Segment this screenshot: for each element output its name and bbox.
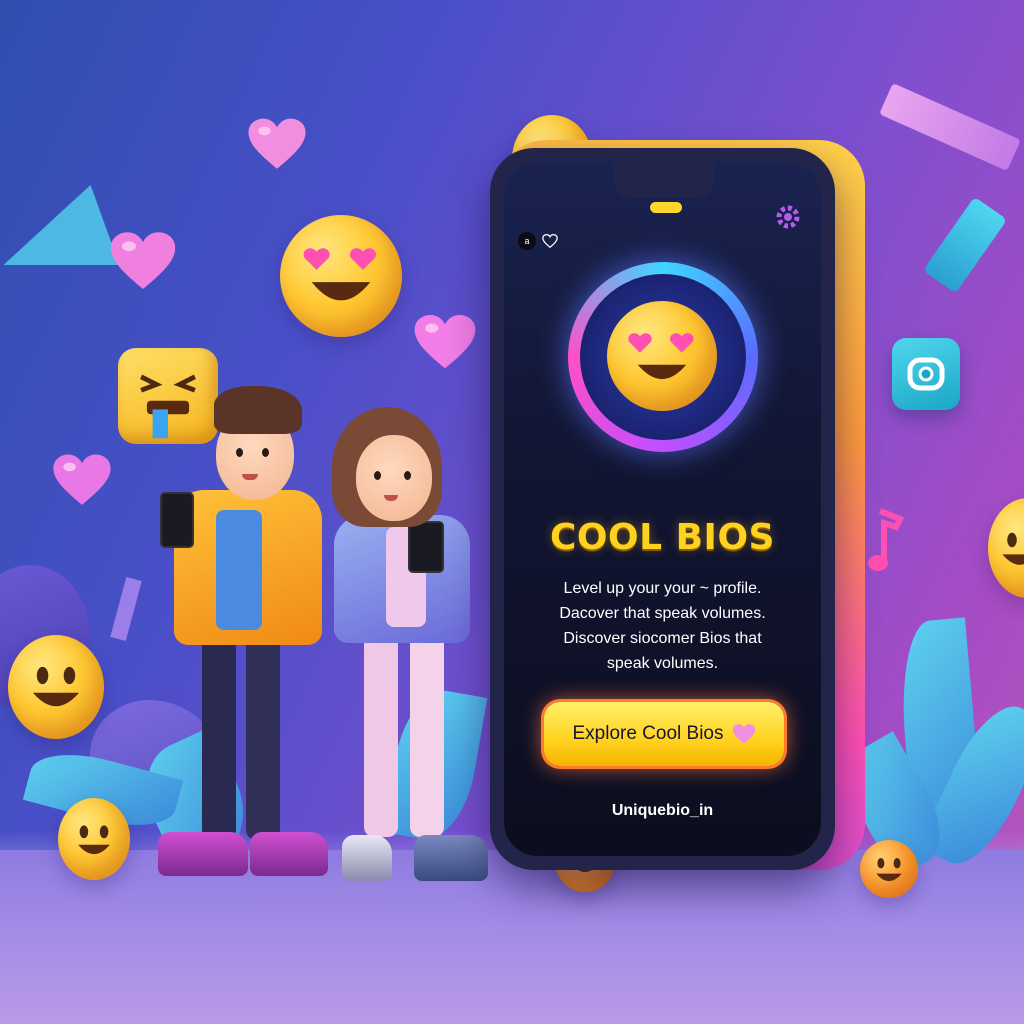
smile-emoji-bottom-right [860, 840, 918, 898]
scene: a COOL BIOS Level up your your ~ profile… [0, 0, 1024, 1024]
boy-hair [214, 386, 302, 434]
girl-eye [404, 471, 411, 480]
girl-shoe [414, 835, 488, 881]
boy-eye [236, 448, 243, 457]
purple-shard [110, 576, 142, 642]
boy-leg [202, 630, 236, 840]
heart-eyes-emoji [280, 215, 402, 337]
status-icon: a [518, 232, 536, 250]
phone-notch [614, 162, 714, 198]
heart-eyes-avatar [607, 301, 717, 411]
explore-button[interactable]: Explore Cool Bios [544, 702, 784, 766]
girl-phone [408, 521, 444, 573]
description-line: Level up your your ~ profile. [563, 580, 762, 597]
heart-icon [732, 723, 756, 745]
profile-ring-inner [580, 274, 746, 440]
boy-shoe [158, 832, 248, 876]
page-title: COOL BIOS [550, 517, 775, 558]
gear-icon[interactable] [773, 202, 803, 232]
girl-shoe [342, 835, 392, 881]
heart-icon [412, 312, 478, 372]
girl-character [330, 405, 490, 885]
description-line: speak volumes. [606, 655, 719, 672]
smile-emoji-right-edge [988, 498, 1024, 598]
smile-emoji-bottom-left [58, 798, 130, 880]
girl-leg [410, 627, 444, 837]
site-url[interactable]: Uniquebio_in [504, 802, 821, 820]
heart-icon [50, 452, 114, 508]
status-bar: a [518, 232, 558, 250]
phone-screen: a COOL BIOS Level up your your ~ profile… [504, 162, 821, 856]
heart-icon [108, 228, 178, 294]
boy-shoe [250, 832, 328, 876]
pink-shape-right [879, 82, 1021, 172]
smile-emoji-left [8, 635, 104, 739]
cyan-shape-right [922, 196, 1008, 294]
boy-phone [160, 492, 194, 548]
girl-leg [364, 627, 398, 837]
explore-button-label: Explore Cool Bios [572, 723, 724, 744]
description: Level up your your ~ profile. Dacover th… [522, 576, 803, 676]
profile-ring [568, 262, 758, 452]
boy-leg [246, 630, 280, 840]
app-icon [892, 338, 960, 410]
girl-eye [374, 471, 381, 480]
notch-indicator [650, 202, 682, 213]
description-line: Dacover that speak volumes. [559, 605, 766, 622]
phone-mockup: a COOL BIOS Level up your your ~ profile… [490, 148, 835, 870]
heart-icon [246, 115, 308, 173]
girl-head [356, 435, 432, 521]
description-line: Discover siocomer Bios that [563, 630, 762, 647]
boy-eye [262, 448, 269, 457]
music-note-icon [866, 505, 906, 575]
boy-character [150, 380, 330, 880]
heart-outline-icon [542, 234, 558, 248]
boy-shirt [216, 510, 262, 630]
